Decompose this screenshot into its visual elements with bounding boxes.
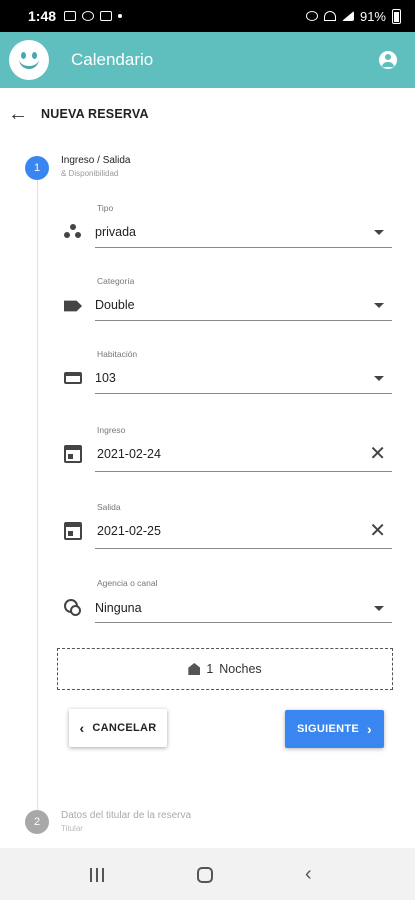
ingreso-date-field[interactable]: Ingreso 2021-02-24 ✕	[60, 422, 392, 474]
home-icon[interactable]	[197, 867, 213, 883]
battery-percentage: 91%	[359, 8, 386, 24]
notification-icons	[64, 11, 123, 21]
cancel-button[interactable]: ‹ CANCELAR	[69, 709, 167, 747]
calendar-icon	[64, 522, 82, 540]
step-1-title: Ingreso / Salida	[61, 155, 131, 166]
dropdown-caret-icon	[374, 303, 384, 308]
android-nav-bar: ‹	[0, 848, 415, 900]
whatsapp-notification-icon	[82, 11, 95, 21]
battery-icon	[392, 8, 401, 24]
step-1-subtitle: & Disponibilidad	[61, 169, 119, 178]
status-time: 1:48	[28, 8, 57, 24]
app-bar: Calendario	[0, 32, 415, 88]
step-2-indicator[interactable]: 2	[25, 810, 49, 834]
salida-date-field[interactable]: Salida 2021-02-25 ✕	[60, 499, 392, 551]
nav-back-icon[interactable]: ‹	[305, 863, 312, 886]
status-bar: 1:48 91%	[0, 0, 415, 32]
account-icon[interactable]	[379, 51, 397, 69]
page-title: NUEVA RESERVA	[41, 107, 149, 121]
back-arrow-icon[interactable]: ←	[8, 104, 28, 124]
label-tag-icon	[64, 300, 82, 312]
agencia-select[interactable]: Agencia o canal Ninguna	[60, 575, 392, 625]
nights-summary: 1 Noches	[57, 648, 393, 690]
nights-label: Noches	[219, 662, 262, 676]
agencia-label: Agencia o canal	[97, 578, 158, 588]
tipo-label: Tipo	[97, 203, 114, 213]
categoria-select[interactable]: Categoría Double	[60, 273, 392, 323]
signal-icon	[341, 11, 354, 21]
alarm-icon	[305, 11, 318, 21]
ingreso-value: 2021-02-24	[97, 447, 161, 461]
chevron-left-icon: ‹	[79, 720, 85, 736]
bed-icon	[64, 372, 82, 384]
agencia-value: Ninguna	[95, 601, 142, 615]
chevron-right-icon: ›	[367, 721, 372, 737]
dropdown-caret-icon	[374, 230, 384, 235]
cancel-button-label: CANCELAR	[92, 722, 157, 734]
ingreso-label: Ingreso	[97, 425, 126, 435]
nights-count: 1	[206, 662, 214, 676]
stepper-line	[37, 180, 38, 810]
system-icons: 91%	[305, 8, 401, 24]
next-button-label: SIGUIENTE	[297, 723, 360, 735]
tipo-select[interactable]: Tipo privada	[60, 200, 392, 250]
step-2-title: Datos del titular de la reserva	[61, 810, 192, 821]
app-title: Calendario	[71, 50, 154, 69]
clear-salida-icon[interactable]: ✕	[369, 521, 386, 541]
step-1-indicator[interactable]: 1	[25, 156, 49, 180]
dropdown-caret-icon	[374, 606, 384, 611]
categoria-label: Categoría	[97, 276, 135, 286]
house-icon	[188, 663, 201, 675]
step-2-subtitle: Titular	[61, 824, 83, 833]
salida-value: 2021-02-25	[97, 524, 161, 538]
mail-notification-icon	[100, 11, 113, 21]
habitacion-select[interactable]: Habitación 103	[60, 346, 392, 396]
wifi-icon	[323, 11, 336, 21]
calendar-icon	[64, 445, 82, 463]
habitacion-value: 103	[95, 371, 116, 385]
clear-ingreso-icon[interactable]: ✕	[369, 444, 386, 464]
dropdown-caret-icon	[374, 376, 384, 381]
habitacion-label: Habitación	[97, 349, 138, 359]
recent-apps-icon[interactable]	[89, 868, 105, 882]
group-icon	[64, 224, 82, 242]
smiley-logo-icon	[9, 40, 49, 80]
next-button[interactable]: SIGUIENTE ›	[285, 710, 384, 748]
more-notifications-icon	[118, 14, 123, 18]
travel-explore-icon	[64, 599, 81, 616]
image-notification-icon	[64, 11, 77, 21]
tipo-value: privada	[95, 225, 136, 239]
categoria-value: Double	[95, 298, 135, 312]
salida-label: Salida	[97, 502, 121, 512]
